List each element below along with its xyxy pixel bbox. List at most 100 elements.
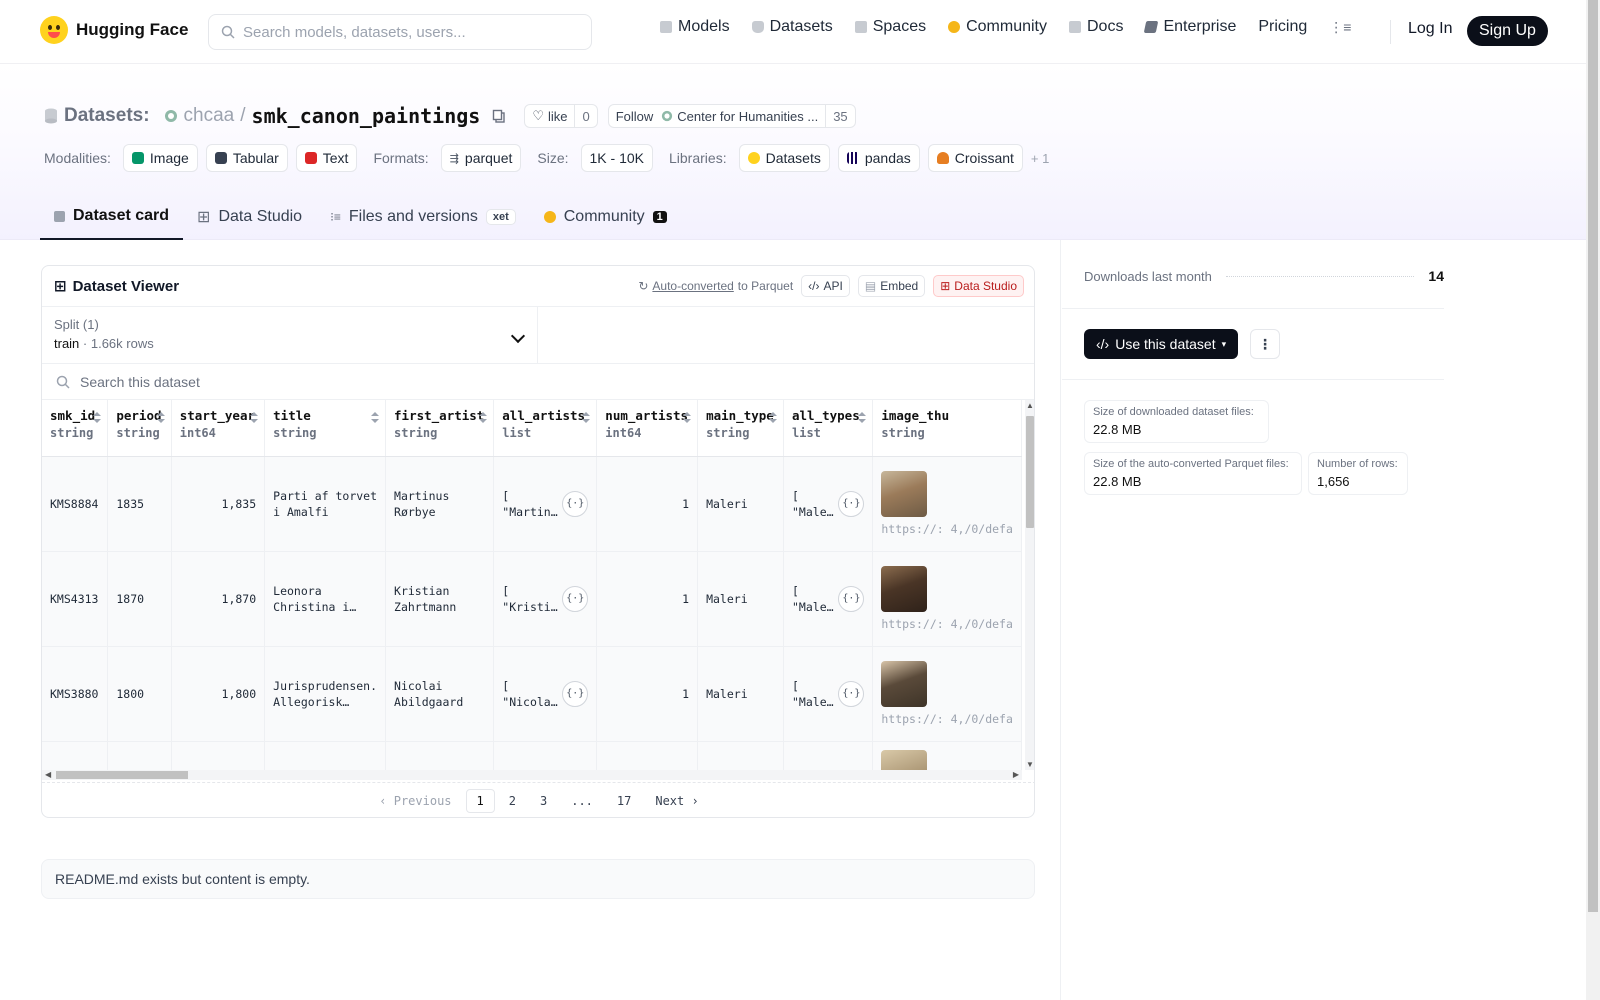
tag-text[interactable]: Text <box>295 144 358 172</box>
page-button[interactable]: 1 <box>465 788 495 813</box>
page-button[interactable]: 17 <box>607 790 641 812</box>
tag-pandas-label: pandas <box>864 150 911 166</box>
column-header[interactable]: all_artists list <box>493 400 598 457</box>
sort-icon[interactable] <box>479 412 488 424</box>
page-scrollbar[interactable] <box>1586 0 1600 1000</box>
next-page-button[interactable]: Next › <box>645 790 708 812</box>
scrollbar-thumb[interactable] <box>1026 416 1034 528</box>
page-button[interactable]: 3 <box>530 790 557 812</box>
auto-converted-link[interactable]: Auto-converted <box>652 279 733 293</box>
nav-docs[interactable]: Docs <box>1069 18 1123 36</box>
image-url[interactable]: https://: 4,/0/defa <box>881 616 1013 632</box>
nav-community[interactable]: Community <box>948 18 1047 36</box>
painting-thumbnail[interactable] <box>881 660 928 707</box>
tag-croissant[interactable]: Croissant <box>927 144 1023 172</box>
copy-icon[interactable] <box>492 109 506 123</box>
tab-dataset-card[interactable]: Dataset card <box>40 194 184 240</box>
sort-icon[interactable] <box>582 412 591 424</box>
column-header[interactable]: num_artists int64 <box>596 400 699 457</box>
column-header[interactable]: period string <box>107 400 172 457</box>
tag-text-label: Text <box>322 150 349 166</box>
dataset-name[interactable]: smk_canon_paintings <box>252 104 481 128</box>
image-url[interactable]: https://: 4,/0/defa <box>881 711 1013 727</box>
org-link[interactable]: chcaa <box>184 105 235 127</box>
column-header[interactable]: start_year int64 <box>171 400 266 457</box>
tab-data-studio[interactable]: ⊞ Data Studio <box>183 194 316 240</box>
api-button[interactable]: ‹/› API <box>801 275 850 297</box>
datasets-breadcrumb[interactable]: Datasets: <box>64 105 150 127</box>
cell-value: Leonora Christina i… <box>273 583 357 614</box>
dataset-search-input[interactable] <box>80 373 480 390</box>
sort-icon[interactable] <box>250 412 259 424</box>
column-header[interactable]: all_types list <box>783 400 874 457</box>
logo[interactable]: Hugging Face <box>40 16 188 44</box>
column-header[interactable]: title string <box>264 400 387 457</box>
more-menu-icon[interactable]: ⋮≡ <box>1329 19 1351 36</box>
tag-pandas[interactable]: pandas <box>837 144 920 172</box>
sort-icon[interactable] <box>858 412 867 424</box>
painting-thumbnail[interactable] <box>881 749 928 770</box>
page-button[interactable]: 2 <box>499 790 526 812</box>
nav-pricing[interactable]: Pricing <box>1258 18 1307 36</box>
painting-thumbnail[interactable] <box>881 470 928 517</box>
scroll-down-arrow-icon[interactable]: ▼ <box>1026 760 1034 769</box>
table-vertical-scrollbar[interactable]: ▲ ▼ <box>1025 400 1034 770</box>
global-search-input[interactable] <box>243 23 573 41</box>
column-header[interactable]: smk_id string <box>42 400 109 457</box>
image-url[interactable]: https://: 4,/0/defa <box>881 521 1013 537</box>
tag-size[interactable]: 1K - 10K <box>580 144 653 172</box>
follow-button[interactable]: Follow Center for Humanities ... 35 <box>607 104 856 128</box>
sort-icon[interactable] <box>93 412 102 424</box>
expand-json-icon[interactable]: {·} <box>838 490 865 517</box>
scrollbar-thumb[interactable] <box>56 771 188 779</box>
expand-json-icon[interactable]: {·} <box>562 490 589 517</box>
split-value: train · 1.66k rows <box>54 336 154 351</box>
nav-models[interactable]: Models <box>660 18 730 36</box>
tab-files-and-versions[interactable]: ⁝≡ Files and versions xet <box>316 194 530 240</box>
scroll-up-arrow-icon[interactable]: ▲ <box>1026 401 1034 410</box>
nav-enterprise[interactable]: Enterprise <box>1144 18 1236 36</box>
signup-button[interactable]: Sign Up <box>1467 16 1548 46</box>
data-studio-button[interactable]: ⊞ Data Studio <box>933 275 1024 297</box>
scrollbar-thumb[interactable] <box>1588 0 1598 912</box>
global-search[interactable] <box>208 14 592 50</box>
tag-parquet[interactable]: ⇶ parquet <box>440 144 522 172</box>
nav-datasets[interactable]: Datasets <box>751 18 833 36</box>
table-row[interactable]: KMS8884 1835 1,835 Parti af torvet i Amalfi… <box>42 456 1022 552</box>
painting-thumbnail[interactable] <box>881 565 928 612</box>
dataset-search[interactable] <box>42 364 1034 400</box>
tag-datasets-lib[interactable]: Datasets <box>738 144 830 172</box>
sort-icon[interactable] <box>156 412 165 424</box>
column-header[interactable]: first_artist string <box>385 400 495 457</box>
table-row[interactable] <box>42 741 1022 770</box>
login-link[interactable]: Log In <box>1408 20 1452 38</box>
table-cell: [ "Martin… {·} <box>493 456 598 552</box>
scroll-right-arrow-icon[interactable]: ▶ <box>1013 770 1019 779</box>
expand-json-icon[interactable]: {·} <box>838 585 865 612</box>
more-options-button[interactable]: ⋮ <box>1250 329 1280 359</box>
tag-tabular[interactable]: Tabular <box>205 144 288 172</box>
expand-json-icon[interactable]: {·} <box>562 680 589 707</box>
split-selector[interactable]: Split (1) train · 1.66k rows <box>42 307 538 363</box>
table-row[interactable]: KMS3880 1800 1,800 Jurisprudensen. Allegori… <box>42 646 1022 742</box>
tab-community[interactable]: Community 1 <box>530 194 681 240</box>
tag-image[interactable]: Image <box>122 144 198 172</box>
column-header[interactable]: main_type string <box>697 400 784 457</box>
expand-json-icon[interactable]: {·} <box>562 585 589 612</box>
table-row[interactable]: KMS4313 1870 1,870 Leonora Christina i… Kris… <box>42 551 1022 647</box>
column-header[interactable]: image_thu string <box>872 400 1022 457</box>
use-this-dataset-button[interactable]: ‹/› Use this dataset ▾ <box>1084 329 1239 359</box>
like-button[interactable]: ♡ like 0 <box>524 104 598 128</box>
sort-icon[interactable] <box>371 412 380 424</box>
embed-button[interactable]: ▤ Embed <box>857 275 926 297</box>
expand-json-icon[interactable]: {·} <box>838 680 865 707</box>
scroll-left-arrow-icon[interactable]: ◀ <box>45 770 51 779</box>
sort-icon[interactable] <box>683 412 692 424</box>
nav-spaces[interactable]: Spaces <box>854 18 926 36</box>
search-icon <box>221 25 235 39</box>
more-libraries[interactable]: + 1 <box>1031 151 1049 166</box>
sort-icon[interactable] <box>769 412 777 424</box>
table-horizontal-scrollbar[interactable]: ◀ ▶ <box>42 770 1022 780</box>
previous-page-button[interactable]: ‹ Previous <box>369 790 461 812</box>
table-cell: KMS4313 <box>42 551 109 647</box>
